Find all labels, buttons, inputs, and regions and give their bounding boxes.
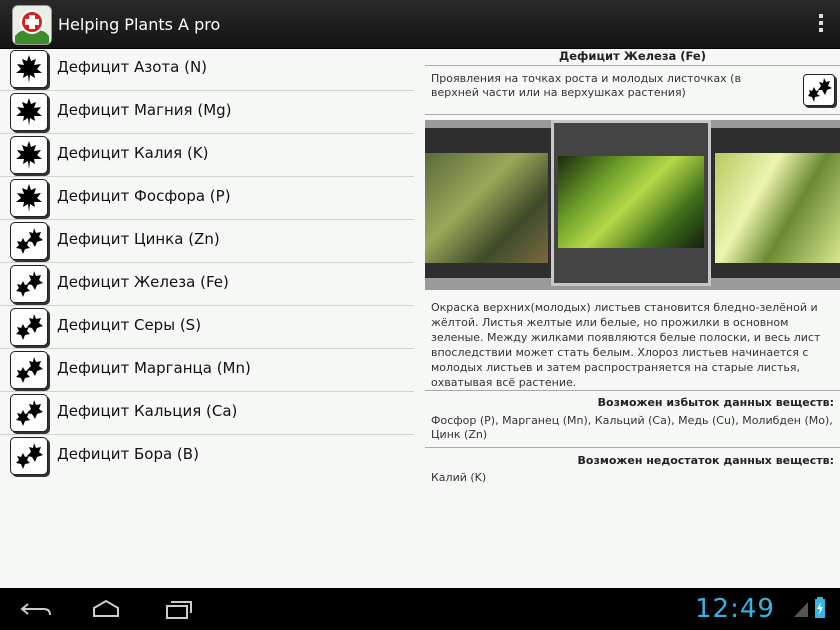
description-text: Окраска верхних(молодых) листьев станови… <box>431 301 821 389</box>
list-item-label: Дефицит Цинка (Zn) <box>57 230 220 248</box>
app-logo-icon[interactable] <box>12 5 52 45</box>
overflow-menu-icon[interactable] <box>818 14 824 34</box>
signal-icon <box>793 600 809 618</box>
list-item-label: Дефицит Азота (N) <box>57 58 208 76</box>
list-item[interactable]: Дефицит Калия (K) <box>0 134 414 177</box>
leaf-cluster-icon <box>10 351 48 389</box>
gallery-image-previous[interactable] <box>425 153 548 263</box>
back-icon[interactable] <box>18 596 54 622</box>
list-item[interactable]: Дефицит Бора (B) <box>0 435 414 478</box>
leaf-cluster-icon <box>803 74 835 106</box>
leaf-cluster-icon <box>10 222 48 260</box>
excess-text: Фосфор (P), Марганец (Mn), Кальций (Ca),… <box>431 414 833 441</box>
list-item[interactable]: Дефицит Марганца (Mn) <box>0 349 414 392</box>
list-item[interactable]: Дефицит Магния (Mg) <box>0 91 414 134</box>
deficiency-list: Дефицит Азота (N) Дефицит Магния (Mg) Де… <box>0 48 414 588</box>
detail-pane: Дефицит Железа (Fe) Проявления на точках… <box>425 48 840 588</box>
home-icon[interactable] <box>88 596 124 622</box>
system-nav-bar: 12:49 <box>0 588 840 630</box>
leaf-cluster-icon <box>10 265 48 303</box>
deficit-text: Калий (K) <box>431 471 487 484</box>
detail-title: Дефицит Железа (Fe) <box>425 48 840 66</box>
leaf-cluster-icon <box>10 308 48 346</box>
list-item[interactable]: Дефицит Азота (N) <box>0 48 414 91</box>
image-gallery[interactable] <box>425 120 840 290</box>
maple-leaf-icon <box>10 93 48 131</box>
list-item-label: Дефицит Железа (Fe) <box>57 273 229 291</box>
battery-icon <box>814 597 826 619</box>
divider <box>425 114 840 115</box>
list-item-label: Дефицит Серы (S) <box>57 316 202 334</box>
list-item-label: Дефицит Магния (Mg) <box>57 101 232 119</box>
list-item-label: Дефицит Фосфора (P) <box>57 187 231 205</box>
list-item[interactable]: Дефицит Серы (S) <box>0 306 414 349</box>
list-item[interactable]: Дефицит Цинка (Zn) <box>0 220 414 263</box>
leaf-cluster-icon <box>10 437 48 475</box>
list-item-label: Дефицит Кальция (Ca) <box>57 402 238 420</box>
list-item[interactable]: Дефицит Фосфора (P) <box>0 177 414 220</box>
action-bar: Helping Plants A pro <box>0 0 840 49</box>
excess-heading: Возможен избыток данных веществ: <box>597 396 834 409</box>
maple-leaf-icon <box>10 136 48 174</box>
plant-photo <box>558 156 704 248</box>
list-item-label: Дефицит Бора (B) <box>57 445 199 463</box>
leaf-cluster-icon <box>10 394 48 432</box>
divider <box>425 390 840 391</box>
manifestation-text: Проявления на точках роста и молодых лис… <box>431 72 741 99</box>
gallery-image-selected[interactable] <box>551 120 711 286</box>
maple-leaf-icon <box>10 179 48 217</box>
app-title: Helping Plants A pro <box>58 15 221 34</box>
recent-apps-icon[interactable] <box>158 596 194 622</box>
divider <box>425 447 840 448</box>
list-item-label: Дефицит Калия (K) <box>57 144 209 162</box>
gallery-image-next[interactable] <box>715 153 840 263</box>
deficit-heading: Возможен недостаток данных веществ: <box>577 454 834 467</box>
list-item[interactable]: Дефицит Железа (Fe) <box>0 263 414 306</box>
status-clock: 12:49 <box>695 594 775 624</box>
maple-leaf-icon <box>10 50 48 88</box>
list-item-label: Дефицит Марганца (Mn) <box>57 359 251 377</box>
list-item[interactable]: Дефицит Кальция (Ca) <box>0 392 414 435</box>
